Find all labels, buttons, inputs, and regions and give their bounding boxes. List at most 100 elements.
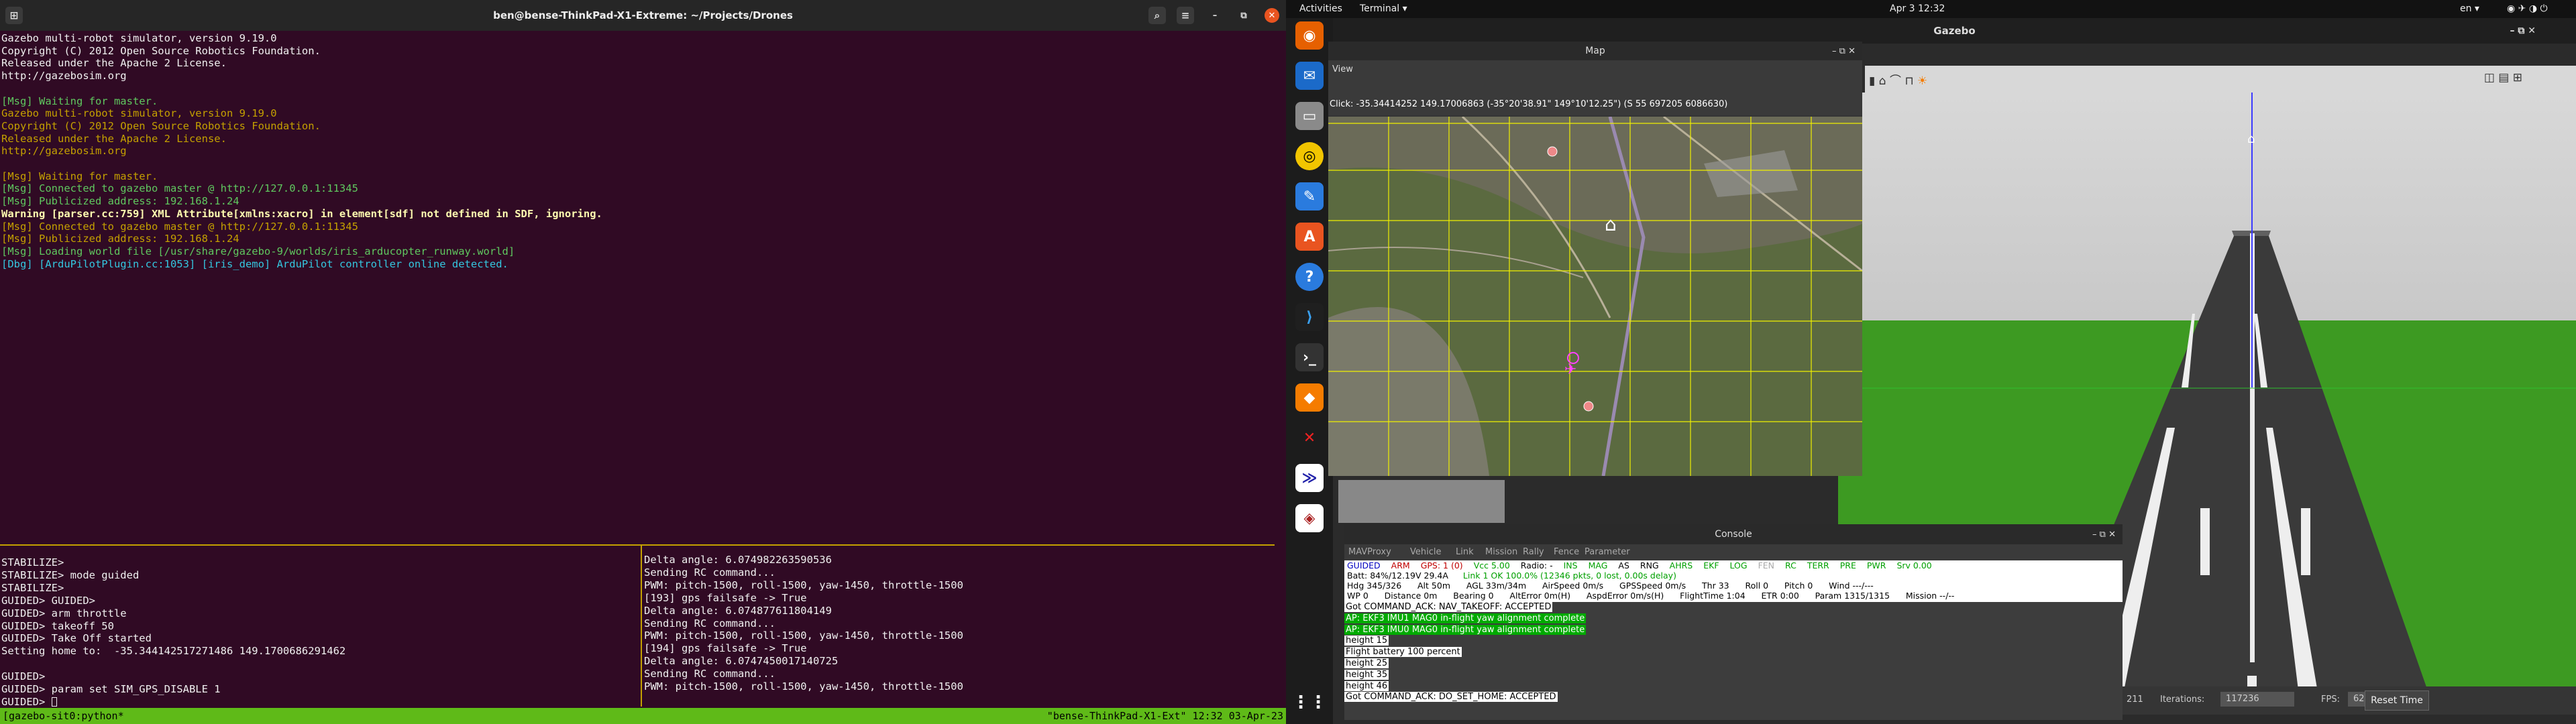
terminal-line: http://gazebosim.org (1, 145, 127, 158)
console-menu-fence[interactable]: Fence (1554, 547, 1579, 557)
console-menu-mission[interactable]: Mission (1485, 547, 1517, 557)
search-icon[interactable]: ⌕ (1148, 7, 1166, 24)
console-log-line: AP: EKF3 IMU1 MAG0 in-flight yaw alignme… (1344, 613, 1587, 623)
minimize-icon[interactable]: – (1208, 8, 1222, 23)
clock[interactable]: Apr 3 12:32 (1890, 3, 1945, 14)
console-log-line: Flight battery 100 percent (1344, 647, 1462, 658)
svg-text:⌂: ⌂ (2247, 132, 2255, 146)
pane-line: GUIDED> Take Off started (1, 632, 152, 645)
system-tray-icons[interactable]: ◉ ✈ ◑ ⏻ (2507, 3, 2548, 14)
vscode-icon[interactable]: ⟩ (1295, 303, 1324, 331)
terminal-line: [Msg] Waiting for master. (1, 170, 158, 182)
terminal-window[interactable]: ⊞ ben@bense-ThinkPad-X1-Extreme: ~/Proje… (0, 0, 1286, 724)
terminal-line: Gazebo multi-robot simulator, version 9.… (1, 107, 277, 120)
thunderbird-icon[interactable]: ✉ (1295, 62, 1324, 90)
console-log-line: AP: EKF3 IMU0 MAG0 in-flight yaw alignme… (1344, 624, 1587, 635)
firefox-icon[interactable]: ◉ (1295, 21, 1324, 50)
console-title: Console (1715, 529, 1752, 540)
terminal-titlebar: ⊞ ben@bense-ThinkPad-X1-Extreme: ~/Proje… (0, 0, 1286, 31)
status-indicator: EKF (1703, 560, 1719, 570)
map-view-menu[interactable]: View (1332, 64, 1353, 74)
console-log-line: height 46 (1344, 680, 1389, 691)
tmux-host-clock: "bense-ThinkPad-X1-Ext" 12:32 03-Apr-23 (1046, 710, 1283, 722)
status-indicator: GPS: 1 (0) (1420, 560, 1463, 570)
gazebo-status-bar: 211 Iterations: 117236 FPS: 62.52 Reset … (2120, 686, 2576, 715)
rhythmbox-icon[interactable]: ◎ (1295, 142, 1324, 170)
status-indicator: Vcc 5.00 (1473, 560, 1510, 570)
console-menu-parameter[interactable]: Parameter (1585, 547, 1630, 557)
gazebo-toolbar[interactable]: ▮ ⌂ ⌒ ⊓ ☀ ◫ ▤ ⊞ (1865, 66, 2576, 93)
status-row-1: GUIDED ARM GPS: 1 (0) Vcc 5.00 Radio: - INS MA… (1347, 560, 1943, 571)
console-menu-rally[interactable]: Rally (1523, 547, 1544, 557)
terminal-line: http://gazebosim.org (1, 70, 127, 82)
status-indicator: AHRS (1669, 560, 1693, 570)
pane-line: GUIDED> takeoff 50 (1, 619, 114, 632)
pane-line: STABILIZE> (1, 556, 64, 568)
xlaunch-icon[interactable]: ✕ (1295, 424, 1324, 452)
pane-line: Sending RC command... (644, 617, 775, 629)
toolbar-tools-icon[interactable]: ▮ ⌂ ⌒ ⊓ ☀ (1869, 71, 1927, 88)
link-status: Link 1 OK 100.0% (12346 pkts, 0 lost, 0.… (1462, 570, 1676, 581)
script-output-pane: Delta angle: 6.074982263590536 Sending RC… (644, 554, 963, 693)
mavproxy-console-window[interactable]: Console – ⧉ ✕ MAVProxy Vehicle Link Mission… (1344, 524, 2123, 720)
map-info-area: View Click: -35.34414252 149.17006863 (-… (1328, 60, 1862, 115)
pane-line: GUIDED> (1, 696, 345, 709)
status-row-3: Hdg 345/326 Alt 50m AGL 33m/34m AirSpeed… (1347, 581, 1874, 591)
iterations-value: 117236 (2220, 692, 2294, 707)
map-window[interactable]: Map – ⧉ ✕ View Click: -35.34414252 149.1… (1328, 42, 1862, 476)
app-menu[interactable]: Terminal ▾ (1360, 3, 1407, 14)
toolbar-right-icons[interactable]: ◫ ▤ ⊞ (2484, 71, 2522, 84)
status-row-2: Batt: 84%/12.19V 29.4A Link 1 OK 100.0% … (1347, 570, 1676, 581)
close-icon[interactable]: ✕ (1265, 8, 1279, 23)
pane-vertical-divider (641, 546, 642, 707)
new-tab-icon[interactable]: ⊞ (5, 7, 23, 24)
status-indicator: MAG (1588, 560, 1608, 570)
activities-button[interactable]: Activities (1299, 3, 1342, 14)
pane-line: GUIDED> GUIDED> (1, 594, 95, 607)
window-controls[interactable]: – ⧉ ✕ (2510, 25, 2536, 36)
mavproxy-icon[interactable]: ≫ (1295, 464, 1324, 492)
menu-icon[interactable]: ≡ (1177, 7, 1194, 24)
map-click-coords: Click: -35.34414252 149.17006863 (-35°20… (1330, 99, 1728, 109)
satellite-map[interactable]: ⌂ ✈ (1328, 117, 1862, 476)
software-icon[interactable]: A (1295, 223, 1324, 251)
files-icon[interactable]: ▭ (1295, 102, 1324, 130)
iterations-label: Iterations: (2160, 695, 2205, 705)
console-menu-link[interactable]: Link (1456, 547, 1474, 557)
mavproxy-pane[interactable]: STABILIZE> STABILIZE> mode guided STABILIZ… (1, 556, 345, 709)
terminal-line: Released under the Apache 2 License. (1, 57, 227, 70)
status-indicator: Srv 0.00 (1896, 560, 1932, 570)
map-app-icon[interactable]: ◈ (1295, 504, 1324, 532)
terminal-line: Copyright (C) 2012 Open Source Robotics … (1, 44, 321, 57)
console-menu-mavproxy[interactable]: MAVProxy (1348, 547, 1391, 557)
reset-time-button[interactable]: Reset Time (2365, 690, 2429, 711)
gazebo-icon[interactable]: ◆ (1295, 383, 1324, 412)
console-log-line: height 15 (1344, 636, 1389, 646)
console-menu-bar: MAVProxy Vehicle Link Mission Rally Fence Para… (1344, 544, 2123, 560)
map-title: Map (1585, 46, 1605, 56)
writer-icon[interactable]: ✎ (1295, 182, 1324, 210)
battery-status: Batt: 84%/12.19V 29.4A (1347, 570, 1448, 581)
help-icon[interactable]: ? (1295, 263, 1324, 291)
status-indicator: TERR (1807, 560, 1829, 570)
console-titlebar: Console – ⧉ ✕ (1344, 524, 2123, 544)
status-indicator: LOG (1729, 560, 1748, 570)
language-selector[interactable]: en ▾ (2460, 3, 2479, 14)
pane-line: PWM: pitch-1500, roll-1500, yaw-1450, th… (644, 680, 963, 693)
app-grid-icon[interactable]: ⋮⋮ (1292, 688, 1327, 717)
terminal-cursor (51, 697, 57, 707)
map-background-panel (1338, 480, 1505, 523)
status-row-4: WP 0 Distance 0m Bearing 0 AltError 0m(H… (1347, 591, 1955, 601)
console-log-line: height 25 (1344, 658, 1389, 668)
gazebo-titlebar: Gazebo – ⧉ ✕ (1333, 18, 2576, 44)
svg-text:⌂: ⌂ (1605, 213, 1617, 235)
console-menu-vehicle[interactable]: Vehicle (1410, 547, 1442, 557)
console-log-line: Got COMMAND_ACK: DO_SET_HOME: ACCEPTED (1344, 692, 1558, 703)
map-window-controls[interactable]: – ⧉ ✕ (1832, 46, 1856, 56)
terminal-icon[interactable]: ›_ (1295, 343, 1324, 371)
console-window-controls[interactable]: – ⧉ ✕ (2092, 530, 2116, 540)
maximize-icon[interactable]: ⧉ (1236, 8, 1251, 23)
tmux-session: [gazebo-sit0:python* (3, 710, 124, 722)
